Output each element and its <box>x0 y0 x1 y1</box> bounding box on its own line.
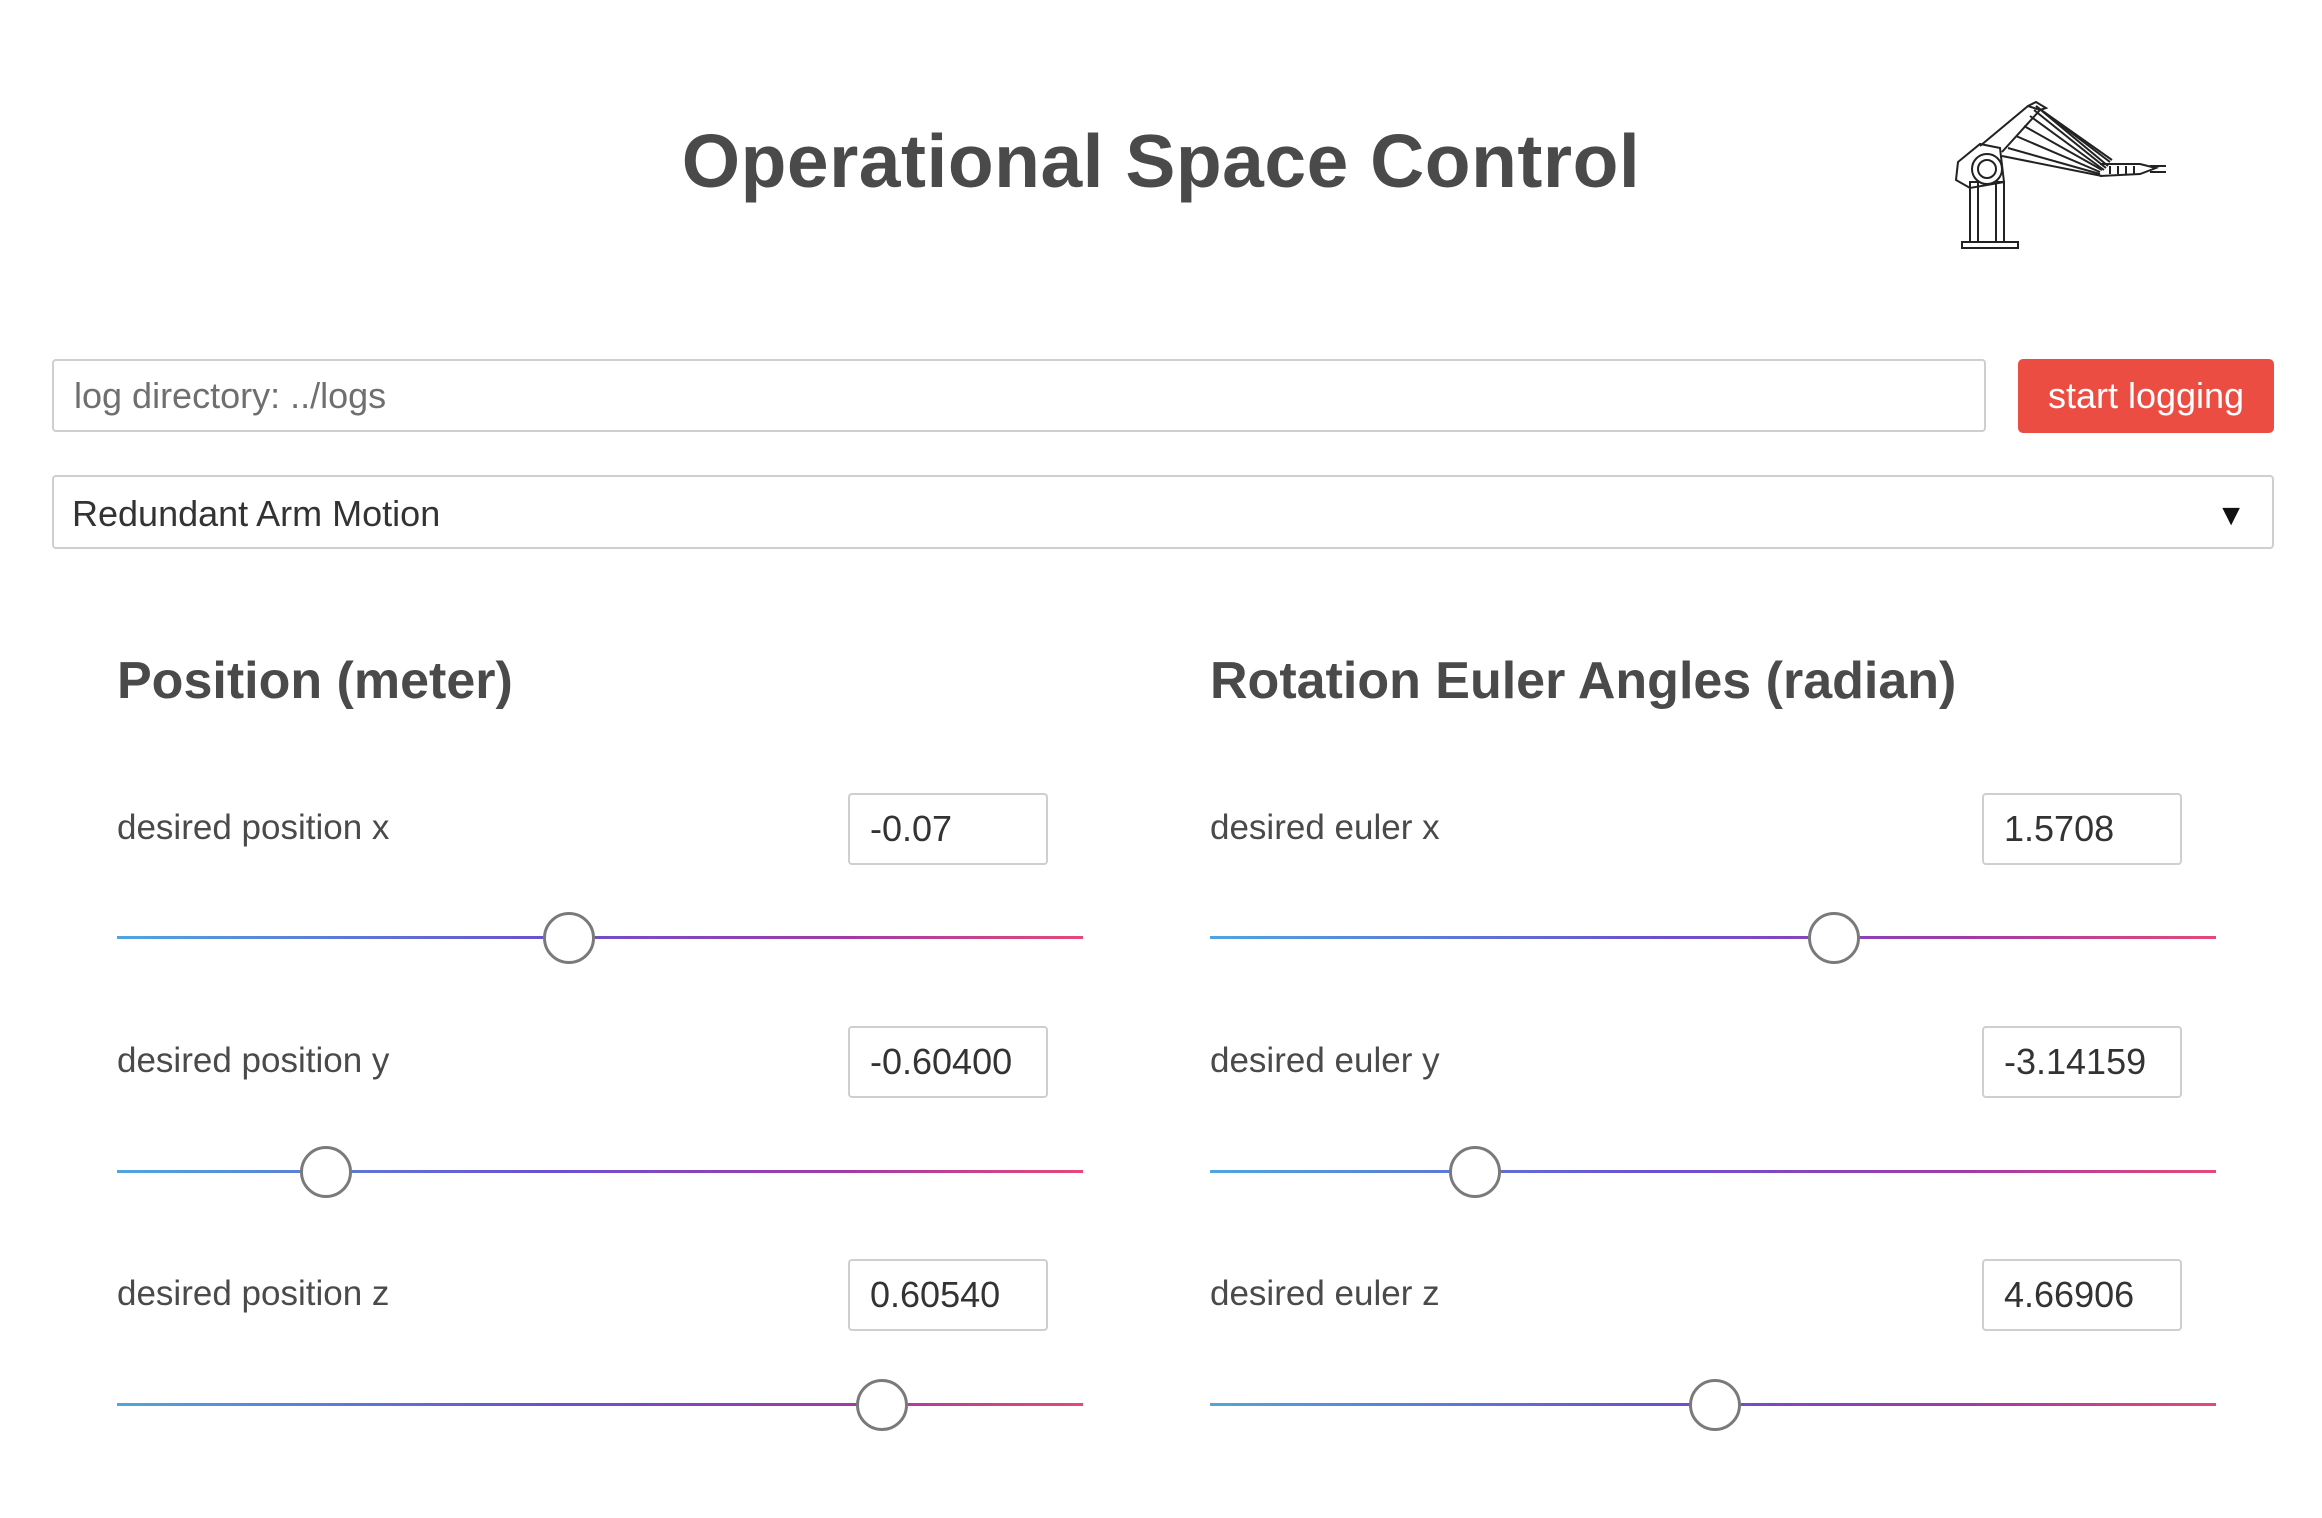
slider-track <box>117 1403 1083 1406</box>
slider-thumb[interactable] <box>856 1379 909 1431</box>
slider-track <box>1210 936 2216 939</box>
dropdown-arrow-icon: ▼ <box>2216 499 2246 532</box>
slider-thumb[interactable] <box>1689 1379 1741 1431</box>
start-logging-button[interactable]: start logging <box>2018 359 2274 433</box>
position-x-label: desired position x <box>117 808 390 847</box>
position-z-slider[interactable] <box>117 1379 1083 1431</box>
position-y-input[interactable] <box>848 1026 1048 1098</box>
log-directory-input[interactable] <box>52 359 1986 432</box>
rotation-section-title: Rotation Euler Angles (radian) <box>1210 652 1957 710</box>
position-x-slider[interactable] <box>117 912 1083 964</box>
position-section-title: Position (meter) <box>117 652 513 710</box>
euler-y-input[interactable] <box>1982 1026 2182 1098</box>
position-y-label: desired position y <box>117 1041 390 1080</box>
slider-thumb[interactable] <box>299 1146 352 1198</box>
euler-x-slider[interactable] <box>1210 912 2216 964</box>
slider-thumb[interactable] <box>1807 912 1860 964</box>
euler-z-label: desired euler z <box>1210 1274 1440 1313</box>
euler-z-slider[interactable] <box>1210 1379 2216 1431</box>
position-z-input[interactable] <box>848 1259 1048 1331</box>
euler-y-slider[interactable] <box>1210 1146 2216 1198</box>
robot-arm-icon <box>1954 100 2166 249</box>
mode-select-value: Redundant Arm Motion <box>72 493 441 534</box>
position-x-input[interactable] <box>848 793 1048 865</box>
euler-x-label: desired euler x <box>1210 808 1440 847</box>
slider-thumb[interactable] <box>1448 1146 1501 1198</box>
position-z-label: desired position z <box>117 1274 390 1313</box>
position-y-slider[interactable] <box>117 1146 1083 1198</box>
slider-thumb[interactable] <box>543 912 596 964</box>
euler-x-input[interactable] <box>1982 793 2182 865</box>
euler-y-label: desired euler y <box>1210 1041 1440 1080</box>
slider-track <box>117 936 1083 939</box>
euler-z-input[interactable] <box>1982 1259 2182 1331</box>
slider-track <box>117 1170 1083 1173</box>
mode-select[interactable]: Redundant Arm Motion ▼ <box>52 475 2274 549</box>
slider-track <box>1210 1170 2216 1173</box>
